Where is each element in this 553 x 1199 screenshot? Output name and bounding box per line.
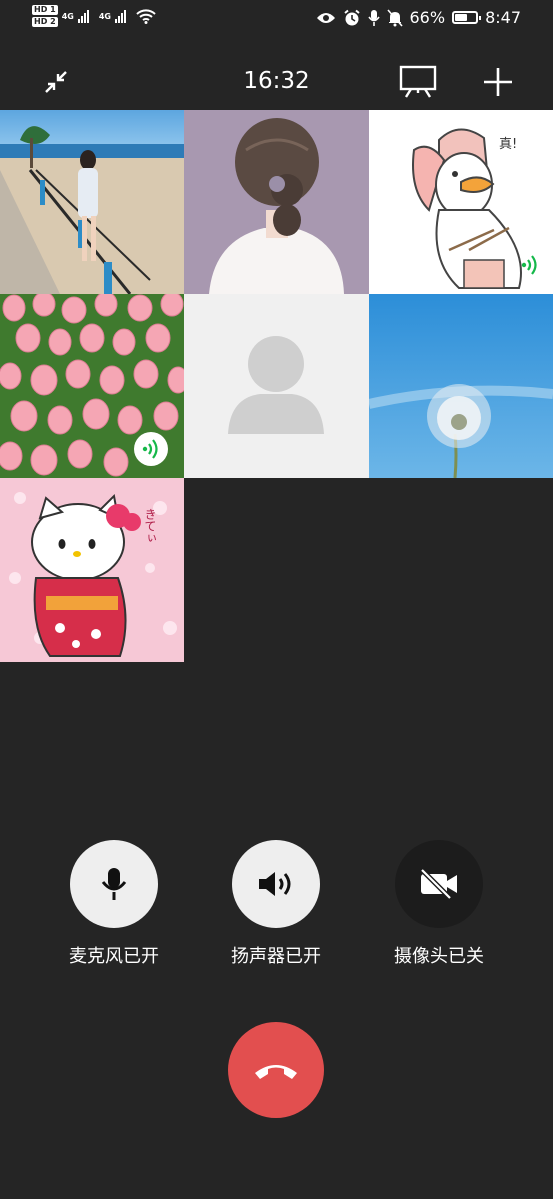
speaker-button[interactable] (232, 840, 320, 928)
network-type-2: 4G (98, 11, 111, 21)
hd2-badge: HD 2 (32, 17, 58, 27)
microphone-status-icon (367, 9, 380, 26)
alarm-icon (343, 9, 360, 25)
speaking-indicator-icon (515, 250, 545, 280)
clock: 8:47 (485, 8, 521, 27)
screen-share-icon[interactable] (398, 62, 438, 102)
microphone-label: 麦克风已开 (69, 946, 159, 967)
participant-tile-default-avatar[interactable] (184, 294, 369, 478)
signal-bars-2-icon (114, 9, 126, 23)
camera-off-icon (420, 868, 457, 900)
camera-control[interactable]: 摄像头已关 (359, 840, 519, 968)
participant-tile-goose[interactable]: 真! (369, 110, 553, 294)
person-placeholder-icon (228, 336, 324, 434)
signal-bars-1-icon (77, 9, 89, 23)
network-type-1: 4G (61, 11, 74, 21)
participant-tile-girl[interactable] (184, 110, 369, 294)
camera-button[interactable] (395, 840, 483, 928)
add-participant-icon[interactable] (478, 62, 518, 102)
call-timer: 16:32 (243, 68, 310, 94)
participant-tile-hello-kitty[interactable]: きてぃ (0, 478, 184, 662)
wifi-icon (136, 9, 156, 24)
speaker-icon (259, 872, 291, 896)
participant-tile-beach[interactable] (0, 110, 184, 294)
goose-sticker-text: 真! (499, 137, 517, 152)
call-header: 16:32 (0, 58, 553, 104)
speaking-indicator-icon (134, 432, 168, 466)
camera-label: 摄像头已关 (394, 946, 484, 967)
status-bar: HD 1 HD 2 4G 4G 66% 8:47 (0, 0, 553, 40)
kitty-sticker-text: きてぃ (143, 508, 157, 544)
microphone-control[interactable]: 麦克风已开 (34, 840, 194, 968)
participant-tile-tulips[interactable] (0, 294, 184, 478)
hang-up-phone-icon (255, 1065, 297, 1079)
speaker-control[interactable]: 扬声器已开 (196, 840, 356, 968)
hang-up-button[interactable] (228, 1022, 324, 1118)
microphone-icon (101, 868, 127, 900)
speaker-label: 扬声器已开 (231, 946, 321, 967)
hd1-badge: HD 1 (32, 5, 58, 15)
battery-icon (452, 11, 482, 24)
status-right: 66% 8:47 (316, 8, 521, 27)
participant-tile-dandelion[interactable] (369, 294, 553, 478)
signal-group: HD 1 HD 2 4G 4G (32, 5, 156, 27)
bell-muted-icon (386, 8, 403, 27)
microphone-button[interactable] (70, 840, 158, 928)
hd-badges: HD 1 HD 2 (32, 5, 58, 27)
battery-percent: 66% (409, 8, 446, 27)
eye-icon (316, 12, 335, 23)
